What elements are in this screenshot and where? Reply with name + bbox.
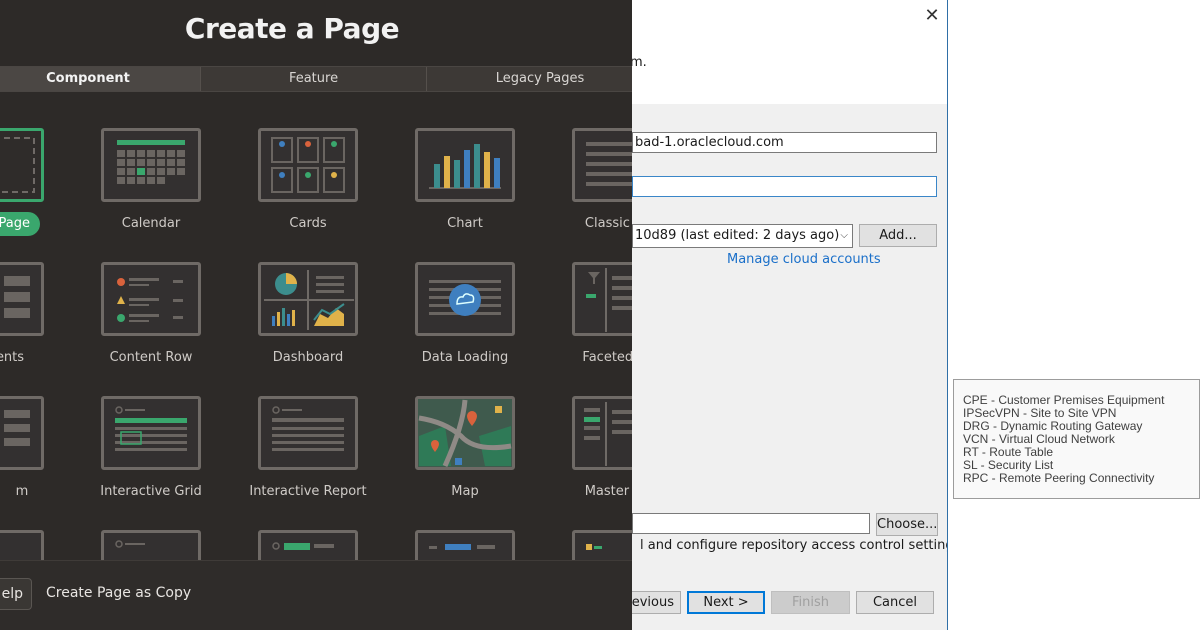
tile-label-classic-report: Classic R — [584, 216, 632, 231]
interactive-grid-graphic — [115, 406, 187, 451]
tree-graphic — [429, 544, 495, 550]
manage-cloud-accounts-link[interactable]: Manage cloud accounts — [727, 252, 881, 267]
faceted-search-graphic — [586, 268, 632, 332]
choose-button[interactable]: Choose... — [876, 513, 938, 536]
dialog-footer: elp Create Page as Copy — [0, 560, 632, 630]
tile-label-interactive-report: Interactive Report — [249, 484, 367, 499]
calendar-graphic — [117, 140, 185, 184]
finish-button[interactable]: Finish — [771, 591, 850, 614]
create-page-dialog: Create a Page Component Feature Legacy P… — [0, 0, 632, 630]
tile-dashboard[interactable]: Dashboard — [248, 262, 368, 382]
tab-component[interactable]: Component — [0, 67, 201, 91]
tile-data-loading[interactable]: Data Loading — [405, 262, 525, 382]
tab-legacy-pages[interactable]: Legacy Pages — [427, 67, 632, 91]
tile-form[interactable]: m — [0, 396, 54, 516]
chevron-down-icon: ⌵ — [840, 230, 848, 241]
tile-interactive-grid[interactable]: Interactive Grid — [91, 396, 211, 516]
form-graphic — [4, 410, 30, 446]
cards-graphic — [271, 137, 345, 193]
wizard-footer: evious Next > Finish Cancel — [632, 576, 947, 630]
repository-note: l and configure repository access contro… — [640, 538, 947, 553]
server-url-field[interactable]: bad-1.oraclecloud.com — [632, 132, 937, 153]
dashboard-graphic — [264, 270, 354, 330]
tile-label-interactive-grid: Interactive Grid — [100, 484, 202, 499]
previous-button[interactable]: evious — [632, 591, 681, 614]
add-button[interactable]: Add... — [859, 224, 937, 247]
interactive-report-graphic — [272, 406, 344, 451]
tile-label-master-detail: Master D — [584, 484, 632, 499]
tile-cards[interactable]: Cards — [248, 128, 368, 248]
tile-map[interactable]: Map — [405, 396, 525, 516]
data-loading-graphic — [429, 280, 501, 316]
path-field[interactable] — [632, 513, 870, 534]
tile-label-content-row: Content Row — [109, 350, 193, 365]
components-graphic — [4, 276, 30, 318]
tile-label-map: Map — [451, 484, 479, 499]
smart-filters-graphic — [272, 542, 334, 550]
wizard-header: ✕ m. — [632, 0, 947, 104]
search-list-graphic — [115, 540, 145, 548]
content-row-graphic — [117, 278, 183, 322]
tile-label-data-loading: Data Loading — [421, 350, 509, 365]
focused-input-field[interactable] — [632, 176, 937, 197]
close-icon[interactable]: ✕ — [920, 4, 944, 26]
tile-faceted-search[interactable]: Faceted S — [562, 262, 632, 382]
tile-content-row[interactable]: Content Row — [91, 262, 211, 382]
help-button[interactable]: elp — [0, 578, 32, 610]
cloud-account-value: 10d89 (last edited: 2 days ago) — [635, 228, 840, 243]
tile-components[interactable]: ents — [0, 262, 54, 382]
cancel-button[interactable]: Cancel — [856, 591, 934, 614]
tile-label-calendar: Calendar — [121, 216, 181, 231]
tile-chart[interactable]: Chart — [405, 128, 525, 248]
tile-label-faceted-search: Faceted S — [582, 350, 632, 365]
classic-report-graphic — [586, 142, 632, 186]
tile-classic-report[interactable]: Classic R — [562, 128, 632, 248]
tile-label-page: Page — [0, 212, 40, 236]
cloud-account-select[interactable]: 10d89 (last edited: 2 days ago) ⌵ — [632, 224, 853, 248]
tile-label-chart: Chart — [447, 216, 483, 231]
blank-page-outline — [0, 137, 35, 193]
tile-master-detail[interactable]: Master D — [562, 396, 632, 516]
tile-page[interactable]: Page — [0, 128, 54, 248]
master-detail-graphic — [584, 402, 632, 466]
chart-graphic — [429, 144, 501, 189]
abbreviations-tooltip: CPE - Customer Premises Equipment IPSecV… — [953, 379, 1200, 499]
tab-feature[interactable]: Feature — [201, 67, 427, 91]
next-button[interactable]: Next > — [687, 591, 765, 614]
tile-calendar[interactable]: Calendar — [91, 128, 211, 248]
create-page-as-copy-button[interactable]: Create Page as Copy — [46, 585, 191, 601]
wizard-graphic — [586, 544, 602, 550]
tile-label-cards: Cards — [289, 216, 327, 231]
map-graphic — [418, 399, 512, 468]
tab-bar: Component Feature Legacy Pages — [0, 66, 632, 92]
wizard-dialog: ✕ m. bad-1.oraclecloud.com 10d89 (last e… — [632, 0, 948, 630]
page-title: Create a Page — [184, 12, 400, 45]
tile-label-dashboard: Dashboard — [272, 350, 344, 365]
tooltip-line: RPC - Remote Peering Connectivity — [963, 471, 1155, 485]
tile-interactive-report[interactable]: Interactive Report — [248, 396, 368, 516]
wizard-description: m. — [632, 55, 647, 70]
